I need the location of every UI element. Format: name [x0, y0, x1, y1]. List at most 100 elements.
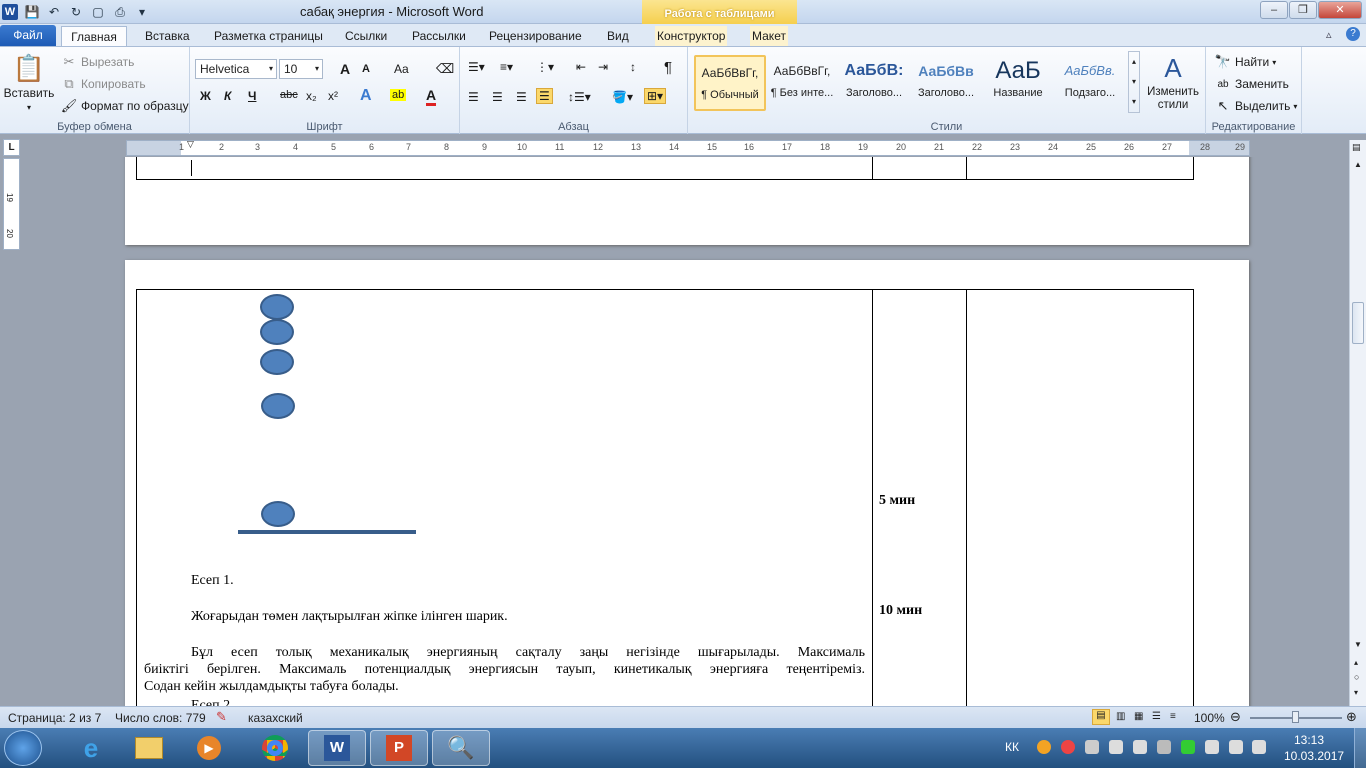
tab-file[interactable]: Файл [0, 25, 56, 46]
scroll-down-icon[interactable]: ▼ [1354, 640, 1362, 649]
align-right-icon[interactable]: ☰ [516, 90, 527, 104]
clock-time[interactable]: 13:13 [1294, 733, 1324, 747]
word-icon[interactable]: W [2, 4, 18, 20]
table-cell[interactable] [966, 157, 1194, 180]
shrink-font-button[interactable]: A [362, 63, 370, 75]
tab-review[interactable]: Рецензирование [487, 26, 584, 46]
bold-button[interactable]: Ж [200, 89, 211, 103]
start-orb-icon[interactable] [4, 730, 42, 766]
ball-shape[interactable] [260, 319, 294, 345]
close-button[interactable]: ✕ [1318, 1, 1362, 19]
ruler-toggle-icon[interactable]: ▤ [1352, 142, 1361, 153]
minimize-ribbon-icon[interactable]: ▵ [1326, 28, 1332, 41]
print-layout-view-icon[interactable]: ▤ [1092, 709, 1110, 725]
powerpoint-icon[interactable]: P [370, 730, 428, 766]
copy-button[interactable]: ⧉ Копировать [60, 75, 145, 93]
undo-icon[interactable]: ↶ [46, 4, 62, 20]
vertical-scrollbar[interactable]: ▤ ▲ ▼ ▴ ○ ▾ [1349, 140, 1366, 706]
font-name-combo[interactable]: Helvetica ▾ [195, 59, 277, 79]
language-indicator[interactable]: казахский [248, 711, 303, 725]
tab-layout[interactable]: Макет [750, 26, 788, 46]
new-doc-icon[interactable]: ▢ [90, 4, 106, 20]
previous-page-icon[interactable]: ▴ [1354, 658, 1358, 667]
italic-button[interactable]: К [224, 89, 231, 103]
sort-icon[interactable]: ↕ [630, 60, 636, 74]
table-cell-notes[interactable] [966, 289, 1194, 706]
help-icon[interactable]: ? [1346, 27, 1360, 41]
draft-view-icon[interactable]: ≡ [1170, 711, 1176, 722]
change-case-button[interactable]: Aa [394, 62, 409, 76]
web-layout-view-icon[interactable]: ▦ [1134, 711, 1143, 722]
print-preview-icon[interactable]: ⎙ [112, 4, 128, 20]
chevron-down-icon[interactable]: ▾ [269, 60, 273, 78]
ie-icon[interactable]: e [62, 730, 120, 766]
magnifier-icon[interactable]: 🔍 [432, 730, 490, 766]
page-2[interactable]: 5 мин 10 мин Есеп 1. Жоғарыдан төмен лақ… [125, 260, 1249, 706]
zoom-level[interactable]: 100% [1194, 711, 1225, 725]
tab-selector[interactable]: L [3, 139, 20, 156]
increase-indent-icon[interactable]: ⇥ [598, 60, 608, 74]
tray-app-icon[interactable] [1085, 740, 1099, 754]
text-effects-button[interactable]: A [360, 87, 372, 105]
tab-design[interactable]: Конструктор [655, 26, 728, 46]
chevron-down-icon[interactable]: ▾ [315, 60, 319, 78]
align-center-icon[interactable]: ☰ [492, 90, 503, 104]
ball-shape[interactable] [261, 501, 295, 527]
tab-references[interactable]: Ссылки [343, 26, 389, 46]
horizontal-ruler[interactable]: 1 2 3 4 5 6 7 8 9 10 11 12 13 14 15 16 1… [126, 139, 1250, 156]
ground-line[interactable] [238, 530, 416, 534]
paste-button[interactable]: 📋 Вставить ▾ [4, 53, 55, 112]
explorer-icon[interactable] [120, 730, 178, 766]
replace-button[interactable]: ab Заменить [1214, 75, 1289, 93]
next-page-icon[interactable]: ▾ [1354, 688, 1358, 697]
bullets-icon[interactable]: ☰▾ [468, 60, 485, 74]
document-area[interactable]: 5 мин 10 мин Есеп 1. Жоғарыдан төмен лақ… [22, 157, 1348, 706]
font-color-button[interactable]: A [426, 87, 437, 106]
subscript-button[interactable]: x₂ [306, 89, 317, 103]
printer-icon[interactable] [1133, 740, 1147, 754]
customize-icon[interactable]: ▾ [134, 4, 150, 20]
zoom-slider-thumb[interactable] [1292, 711, 1299, 723]
cut-button[interactable]: ✂ Вырезать [60, 53, 135, 71]
full-screen-view-icon[interactable]: ▥ [1116, 711, 1125, 722]
page-1-bottom[interactable] [125, 157, 1249, 245]
volume-icon[interactable] [1252, 740, 1266, 754]
pilcrow-icon[interactable]: ¶ [664, 59, 672, 76]
outline-view-icon[interactable]: ☰ [1152, 711, 1161, 722]
underline-button[interactable]: Ч [248, 89, 256, 103]
highlight-button[interactable]: ab [390, 89, 407, 101]
device-icon[interactable] [1157, 740, 1171, 754]
ball-shape[interactable] [260, 294, 294, 320]
word-count[interactable]: Число слов: 779 [115, 711, 206, 725]
language-bar[interactable]: КК [1005, 740, 1019, 754]
redo-icon[interactable]: ↻ [68, 4, 84, 20]
update-icon[interactable] [1037, 740, 1051, 754]
tab-insert[interactable]: Вставка [143, 26, 192, 46]
find-button[interactable]: 🔭 Найти ▾ [1214, 53, 1276, 71]
proofing-icon[interactable]: ✎ [216, 709, 227, 725]
printer-icon[interactable] [1109, 740, 1123, 754]
grow-font-button[interactable]: A [340, 61, 350, 77]
battery-icon[interactable] [1229, 740, 1243, 754]
font-size-combo[interactable]: 10 ▾ [279, 59, 323, 79]
indent-marker-icon[interactable]: ▽ [187, 139, 194, 150]
ball-shape[interactable] [260, 349, 294, 375]
strikethrough-button[interactable]: abc [280, 89, 298, 101]
align-left-icon[interactable]: ☰ [468, 90, 479, 104]
show-desktop-button[interactable] [1354, 728, 1366, 768]
zoom-out-icon[interactable]: ⊖ [1230, 709, 1241, 725]
minimize-button[interactable]: – [1260, 1, 1288, 19]
style-heading-1[interactable]: АаБбВ: Заголово... [838, 55, 910, 111]
record-icon[interactable] [1061, 740, 1075, 754]
style-subtitle[interactable]: АаБбВв. Подзаго... [1054, 55, 1126, 111]
borders-icon[interactable]: ⊞▾ [644, 88, 667, 104]
tab-page-layout[interactable]: Разметка страницы [212, 26, 325, 46]
table-cell[interactable] [136, 157, 873, 180]
decrease-indent-icon[interactable]: ⇤ [576, 60, 586, 74]
style-normal[interactable]: АаБбВвГг, ¶ Обычный [694, 55, 766, 111]
save-icon[interactable]: 💾 [24, 4, 40, 20]
line-spacing-icon[interactable]: ↕☰▾ [568, 90, 591, 104]
word-icon[interactable]: W [308, 730, 366, 766]
vertical-ruler[interactable]: 19 20 [3, 158, 20, 250]
security-icon[interactable] [1181, 740, 1195, 754]
